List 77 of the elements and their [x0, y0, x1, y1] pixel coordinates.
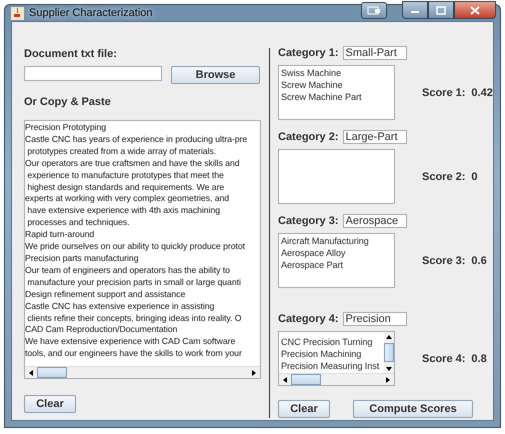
category-field[interactable]: Small-Part [342, 46, 407, 60]
text-line: CAD Cam Reproduction/Documentation [25, 324, 178, 336]
right-arrow-icon[interactable] [386, 376, 390, 382]
cup-icon [11, 6, 24, 20]
text-line: experience to manufacture prototypes that meet the [26, 170, 225, 182]
score-value: 0.6 [471, 254, 487, 266]
text-line: Our operators are true craftsmen and have the skills and [25, 158, 240, 170]
text-line: experts at working with very complex geometries, and [25, 193, 230, 206]
keyword-item[interactable]: Screw Machine [281, 79, 393, 91]
text-line: Precision Prototyping [25, 122, 108, 134]
text-line: Our team of engineers and operators has the ability to [25, 264, 231, 277]
category-label: Category 2: [278, 131, 339, 143]
window-title: Supplier Characterization [29, 7, 153, 19]
text-line: processes and techniques. [26, 217, 130, 230]
text-line: manufacture your precision parts in small or large quanti [26, 276, 242, 289]
text-line: tools, and our engineers have the skills to work from your [25, 348, 243, 360]
text-line: highest design standards and requirements. We are [26, 182, 226, 194]
text-line: have extensive experience with 4th axis machining [26, 205, 222, 218]
score-value: 0.42 [471, 86, 493, 98]
browse-button[interactable]: Browse [171, 66, 260, 84]
left-arrow-icon[interactable] [283, 376, 287, 382]
keyword-item[interactable]: Precision Machining [281, 348, 383, 360]
text-line: prototypes created from a wide array of materials. [26, 146, 218, 158]
up-arrow-icon[interactable] [386, 334, 392, 338]
maximize-icon [436, 6, 446, 14]
keyword-list[interactable]: CNC Precision Turning Precision Machining Precision Measuring Inst [278, 331, 395, 386]
text-line: We pride ourselves on our ability to quickly produce protot [25, 241, 246, 253]
keyword-item[interactable]: Aerospace Part [281, 259, 393, 271]
window-switch-icon [367, 6, 381, 14]
keyword-item[interactable]: Precision Measuring Inst [281, 360, 383, 372]
paste-label: Or Copy & Paste [24, 96, 112, 108]
close-button[interactable] [454, 1, 496, 19]
scrollbar-thumb[interactable] [37, 367, 67, 378]
scrollbar-thumb[interactable] [384, 343, 394, 362]
category-field[interactable]: Aerospace [342, 214, 407, 228]
text-line: Rapid turn-around [25, 229, 96, 242]
text-line: We have extensive experience with CAD Cam software [25, 336, 236, 348]
text-line: Precision parts manufacturing [25, 252, 140, 265]
score-value: 0 [471, 170, 478, 182]
score-label: Score 1: [422, 86, 466, 98]
text-line: Castle CNC has years of experience in producing ultra-pre [25, 134, 248, 146]
maximize-button[interactable] [428, 1, 454, 19]
clear-button[interactable]: Clear [278, 400, 330, 418]
score-value: 0.8 [471, 352, 487, 364]
category-label: Category 4: [278, 313, 339, 325]
scrollbar-thumb[interactable] [291, 374, 321, 385]
horizontal-scrollbar[interactable] [279, 373, 394, 385]
window-switch-button[interactable] [361, 2, 387, 18]
keyword-item[interactable]: CNC Precision Turning [281, 336, 383, 348]
compute-scores-button[interactable]: Compute Scores [353, 400, 473, 418]
keyword-list[interactable]: Aircraft Manufacturing Aerospace Alloy Aerospace Part [278, 233, 395, 288]
score-label: Score 3: [422, 254, 466, 266]
text-line: Castle CNC has extensive experience in assisting [25, 300, 216, 312]
close-icon [470, 6, 480, 14]
clear-button[interactable]: Clear [24, 395, 76, 413]
vertical-scrollbar[interactable] [384, 332, 394, 373]
keyword-item[interactable]: Aerospace Alloy [281, 247, 393, 259]
keyword-item[interactable]: Screw Machine Part [281, 91, 393, 103]
text-line: Design refinement support and assistance [25, 288, 186, 301]
file-path-field[interactable] [24, 66, 162, 81]
document-label: Document txt file: [24, 48, 118, 60]
score-label: Score 2: [422, 170, 466, 182]
keyword-item[interactable]: Swiss Machine [281, 67, 393, 79]
category-label: Category 1: [278, 47, 339, 59]
keyword-list[interactable]: Swiss Machine Screw Machine Screw Machine Part [278, 65, 395, 120]
down-arrow-icon[interactable] [386, 366, 392, 370]
right-arrow-icon[interactable] [252, 370, 256, 376]
category-field[interactable]: Large-Part [342, 130, 407, 144]
text-area[interactable] [24, 120, 261, 379]
category-label: Category 3: [278, 215, 339, 227]
left-arrow-icon[interactable] [29, 370, 33, 376]
score-label: Score 4: [422, 352, 466, 364]
category-field[interactable]: Precision [342, 312, 407, 326]
keyword-item[interactable]: Aircraft Manufacturing [281, 235, 393, 247]
minimize-button[interactable] [402, 1, 428, 19]
horizontal-scrollbar[interactable] [25, 366, 260, 378]
text-line: clients refine their concepts, bringing ideas into reality. O [26, 312, 242, 324]
